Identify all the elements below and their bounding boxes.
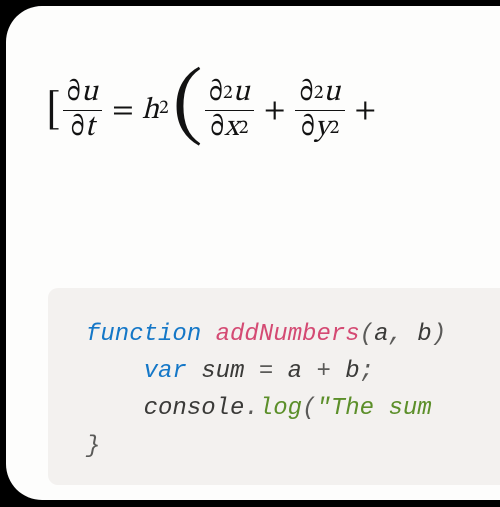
document-card: [ ∂u ∂t = h2 ( ∂2u ∂x2 + xyxy=(6,6,500,500)
brace-close-fragment: } xyxy=(86,433,100,460)
partial-symbol: ∂ xyxy=(209,78,223,108)
superscript-2: 2 xyxy=(239,119,249,139)
param-b: b xyxy=(417,321,431,348)
partial-symbol: ∂ xyxy=(301,113,315,143)
partial-symbol: ∂ xyxy=(71,113,85,143)
var-u: u xyxy=(81,78,98,108)
plus-sign: + xyxy=(347,92,385,130)
string-literal-fragment: "The sum xyxy=(316,395,446,422)
ident-console: console xyxy=(144,395,245,422)
comma: , xyxy=(388,321,402,348)
fraction-d2u-dx2: ∂2u ∂x2 xyxy=(205,76,254,145)
fraction-d2u-dy2: ∂2u ∂y2 xyxy=(295,76,344,145)
superscript-2: 2 xyxy=(159,96,169,121)
partial-symbol: ∂ xyxy=(210,113,224,143)
equals-operator: = xyxy=(259,358,273,385)
plus-sign: + xyxy=(256,92,294,130)
semicolon: ; xyxy=(360,358,374,385)
superscript-2: 2 xyxy=(314,84,324,104)
function-name: addNumbers xyxy=(216,321,360,348)
paren-close-fragment: ) xyxy=(432,321,446,348)
code-block: function addNumbers(a, b) var sum = a + … xyxy=(48,288,500,485)
equals-sign: = xyxy=(104,92,142,130)
var-sum: sum xyxy=(201,358,244,385)
var-u: u xyxy=(323,78,340,108)
keyword-var: var xyxy=(144,358,187,385)
dot-operator: . xyxy=(244,395,258,422)
param-a: a xyxy=(374,321,388,348)
var-t: t xyxy=(85,113,94,143)
partial-symbol: ∂ xyxy=(67,78,81,108)
keyword-function: function xyxy=(86,321,201,348)
var-h: h xyxy=(142,92,159,130)
paren-open: ( xyxy=(360,321,374,348)
superscript-2: 2 xyxy=(330,119,340,139)
paren-open: ( xyxy=(302,395,316,422)
partial-symbol: ∂ xyxy=(299,78,313,108)
ident-a: a xyxy=(288,358,302,385)
var-x: x xyxy=(224,113,238,143)
plus-operator: + xyxy=(316,358,330,385)
fraction-du-dt: ∂u ∂t xyxy=(63,76,102,145)
math-equation: [ ∂u ∂t = h2 ( ∂2u ∂x2 + xyxy=(46,76,384,145)
left-bracket: [ xyxy=(46,84,61,137)
var-u: u xyxy=(233,78,250,108)
superscript-2: 2 xyxy=(223,84,233,104)
method-log: log xyxy=(259,395,302,422)
ident-b: b xyxy=(345,358,359,385)
var-y: y xyxy=(315,113,330,143)
